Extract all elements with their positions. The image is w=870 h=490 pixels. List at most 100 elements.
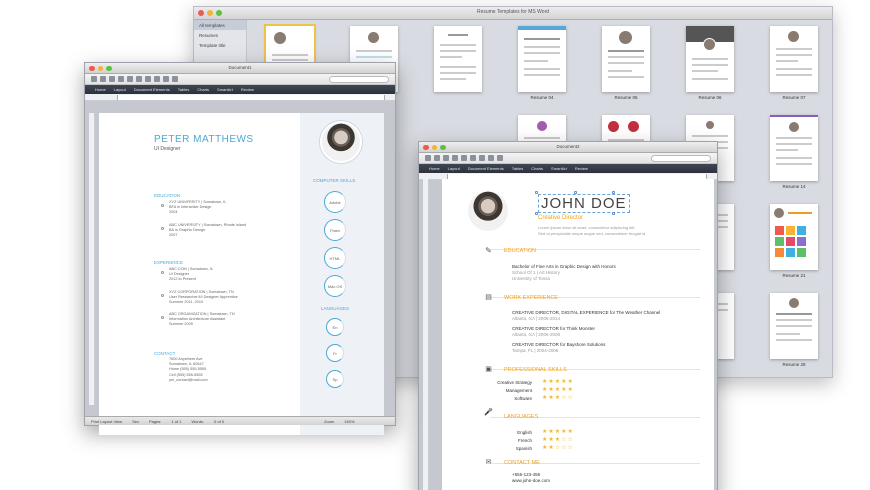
timeline-dot (161, 294, 164, 297)
selection-handle[interactable] (535, 191, 538, 194)
tab-review[interactable]: Review (241, 87, 254, 92)
skill-rating: ★★★★★ (542, 379, 574, 385)
skills-column: Adobe Flash HTML Mac OS (300, 189, 384, 309)
template-label: Resume 14 (782, 184, 806, 189)
john-document-page[interactable]: JOHN DOE Creative Director Lorem ipsum d… (442, 179, 714, 490)
experience-entry: ABC.COM | Somatown, IL UI Designer 2012 to… (169, 267, 214, 282)
status-words-value: 0 of 0 (214, 418, 225, 424)
section-contact: CONTACT (154, 351, 176, 356)
document1-title: Document1 (228, 65, 252, 70)
language-circle: Fr (326, 344, 344, 362)
tab-smartart[interactable]: SmartArt (551, 166, 567, 171)
tab-document-elements[interactable]: Document Elements (134, 87, 170, 92)
profile-photo (468, 191, 508, 231)
language-label: French (517, 438, 532, 443)
tab-tables[interactable]: Tables (512, 166, 524, 171)
template-thumbnail[interactable] (602, 26, 650, 92)
skill-label: Management (505, 388, 532, 393)
peter-document-page[interactable]: PETER MATTHEWS UI Designer EDUCATION XYZ… (99, 113, 384, 435)
tab-layout[interactable]: Layout (448, 166, 460, 171)
mail-icon: ✉ (485, 459, 492, 466)
tab-document-elements[interactable]: Document Elements (468, 166, 504, 171)
table-icon[interactable] (163, 76, 169, 82)
status-pages-value: 1 of 1 (171, 418, 182, 424)
template-label: Resume 05 (614, 95, 638, 100)
template-label: Resume 06 (698, 95, 722, 100)
horizontal-ruler[interactable] (85, 94, 395, 101)
template-thumbnail[interactable] (686, 26, 734, 92)
selection-handle[interactable] (574, 191, 577, 194)
template-label: Resume 04 (530, 95, 554, 100)
vertical-ruler[interactable] (89, 113, 95, 405)
tab-review[interactable]: Review (575, 166, 588, 171)
sidebar-item-resumes[interactable]: Resumes (194, 30, 246, 40)
zoom-icon[interactable] (172, 76, 178, 82)
template-thumbnail[interactable] (770, 293, 818, 359)
tab-home[interactable]: Home (429, 166, 440, 171)
section-work-experience: WORK EXPERIENCE (504, 295, 559, 301)
vertical-ruler[interactable] (423, 179, 429, 490)
tab-layout[interactable]: Layout (114, 87, 126, 92)
section-languages: LANGUAGES (321, 306, 350, 311)
paste-icon[interactable] (145, 76, 151, 82)
summary-text: Lorem ipsum dolor sit amet, consectetur … (538, 225, 647, 236)
section-contact: CONTACT ME (504, 460, 540, 466)
tab-charts[interactable]: Charts (531, 166, 543, 171)
print-icon[interactable] (452, 155, 458, 161)
tab-charts[interactable]: Charts (197, 87, 209, 92)
new-icon[interactable] (425, 155, 431, 161)
template-label: Resume 28 (782, 362, 806, 367)
redo-icon[interactable] (136, 76, 142, 82)
template-thumbnail[interactable] (770, 115, 818, 181)
languages-column: En Fr Sp (300, 316, 384, 406)
print-icon[interactable] (118, 76, 124, 82)
undo-icon[interactable] (127, 76, 133, 82)
open-icon[interactable] (434, 155, 440, 161)
sidebar-item-template-title[interactable]: Template title (194, 40, 246, 50)
search-input[interactable] (329, 76, 389, 83)
briefcase-icon: ▣ (485, 366, 492, 373)
save-icon[interactable] (443, 155, 449, 161)
resume-role: Creative Director (538, 215, 584, 221)
save-icon[interactable] (109, 76, 115, 82)
experience-entry: ABC ORGANIZATION | Somatown, TN Informati… (169, 312, 235, 327)
contact-details: 7600 Anywhere Ave Somatown, IL 60647 Home … (169, 357, 208, 382)
skill-rating: ★★★☆☆ (542, 395, 574, 401)
language-circle: Sp (326, 370, 344, 388)
redo-icon[interactable] (470, 155, 476, 161)
document1-window: Document1 Home Layout Document Elements … (84, 62, 396, 435)
selection-handle[interactable] (612, 191, 615, 194)
ribbon-tabs: Home Layout Document Elements Tables Cha… (419, 164, 717, 173)
microphone-icon: 🎤 (484, 409, 493, 416)
template-label: Resume 21 (782, 273, 806, 278)
standard-toolbar (85, 74, 395, 85)
work-entry: CREATIVE DIRECTOR, DIGITAL EXPERIENCE fo… (512, 310, 661, 321)
section-education: EDUCATION (504, 248, 536, 254)
status-zoom-value[interactable]: 150% (344, 419, 354, 424)
template-label: Resume 07 (782, 95, 806, 100)
section-experience: EXPERIENCE (154, 260, 184, 265)
paste-icon[interactable] (479, 155, 485, 161)
search-input[interactable] (651, 155, 711, 162)
format-icon[interactable] (154, 76, 160, 82)
selection-handle[interactable] (612, 212, 615, 215)
section-languages: LANGUAGES (504, 414, 539, 420)
tab-home[interactable]: Home (95, 87, 106, 92)
open-icon[interactable] (100, 76, 106, 82)
section-education: EDUCATION (154, 193, 181, 198)
pencil-icon: ✎ (485, 246, 492, 255)
new-icon[interactable] (91, 76, 97, 82)
undo-icon[interactable] (461, 155, 467, 161)
template-thumbnail[interactable] (770, 204, 818, 270)
document1-title-bar: Document1 (85, 63, 395, 74)
template-thumbnail[interactable] (518, 26, 566, 92)
template-thumbnail[interactable] (434, 26, 482, 92)
table-icon[interactable] (497, 155, 503, 161)
format-icon[interactable] (488, 155, 494, 161)
section-professional-skills: PROFESSIONAL SKILLS (504, 367, 567, 373)
template-thumbnail[interactable] (770, 26, 818, 92)
language-label: Spanish (515, 446, 532, 451)
tab-smartart[interactable]: SmartArt (217, 87, 233, 92)
sidebar-item-all-templates[interactable]: All templates (194, 20, 246, 30)
tab-tables[interactable]: Tables (178, 87, 190, 92)
